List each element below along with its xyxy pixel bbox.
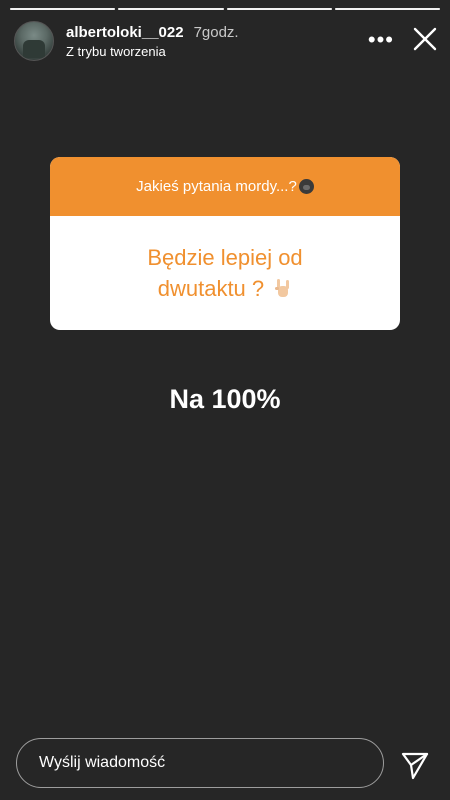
reply-text: Na 100% <box>169 384 281 414</box>
avatar[interactable] <box>14 21 54 61</box>
message-placeholder: Wyślij wiadomość <box>39 754 166 771</box>
progress-segment <box>10 8 116 10</box>
close-icon[interactable] <box>412 26 438 52</box>
question-prompt: Jakieś pytania mordy...? <box>50 157 400 216</box>
story-time: 7godz. <box>193 23 239 41</box>
question-body: Będzie lepiej od dwutaktu ? <box>50 216 400 330</box>
story-view[interactable]: albertoloki__022 7godz. Z trybu tworzeni… <box>0 0 450 800</box>
question-line-2: dwutaktu ? <box>157 276 265 301</box>
story-progress-bar <box>10 8 440 10</box>
story-meta: albertoloki__022 7godz. Z trybu tworzeni… <box>66 24 239 59</box>
more-options-icon[interactable]: ••• <box>368 29 394 51</box>
question-line-1: Będzie lepiej od <box>147 245 303 270</box>
question-text: Będzie lepiej od dwutaktu ? <box>147 242 302 304</box>
story-subtitle: Z trybu tworzenia <box>66 43 166 59</box>
send-icon[interactable] <box>400 750 430 780</box>
message-input[interactable]: Wyślij wiadomość <box>16 738 384 788</box>
progress-segment <box>226 8 332 10</box>
progress-segment <box>118 8 224 10</box>
progress-segment <box>334 8 440 10</box>
rock-hand-icon <box>275 279 290 297</box>
question-sticker: Jakieś pytania mordy...? Będzie lepiej o… <box>50 157 400 330</box>
gorilla-icon <box>298 179 314 194</box>
username[interactable]: albertoloki__022 <box>66 24 184 41</box>
question-prompt-text: Jakieś pytania mordy...? <box>136 178 297 195</box>
